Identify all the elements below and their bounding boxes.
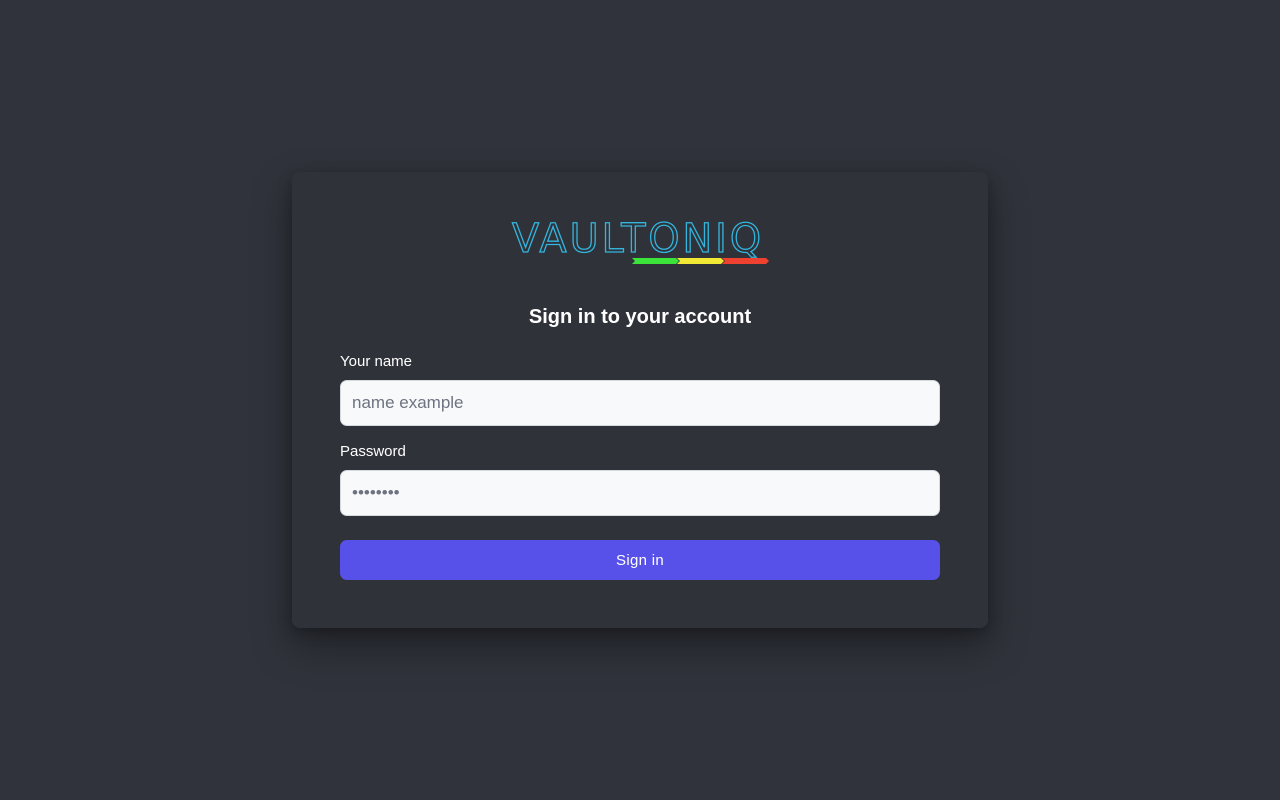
page-title: Sign in to your account [528, 306, 752, 328]
vaultoniq-logo: VAULTONIQ [511, 216, 769, 264]
name-input[interactable] [340, 380, 940, 426]
logo-wordmark: VAULTONIQ [512, 216, 764, 262]
password-input[interactable] [340, 470, 940, 516]
logo-bar-green [632, 258, 679, 264]
brand-logo: VAULTONIQ [510, 216, 772, 266]
sign-in-card: VAULTONIQ Sign in to your account Your n… [292, 172, 988, 628]
logo-bar-red [722, 258, 769, 264]
password-label: Password [340, 443, 406, 460]
name-label: Your name [340, 353, 412, 370]
sign-in-button[interactable]: Sign in [340, 540, 940, 580]
logo-bar-yellow [677, 258, 724, 264]
login-page: VAULTONIQ Sign in to your account Your n… [0, 0, 1280, 800]
